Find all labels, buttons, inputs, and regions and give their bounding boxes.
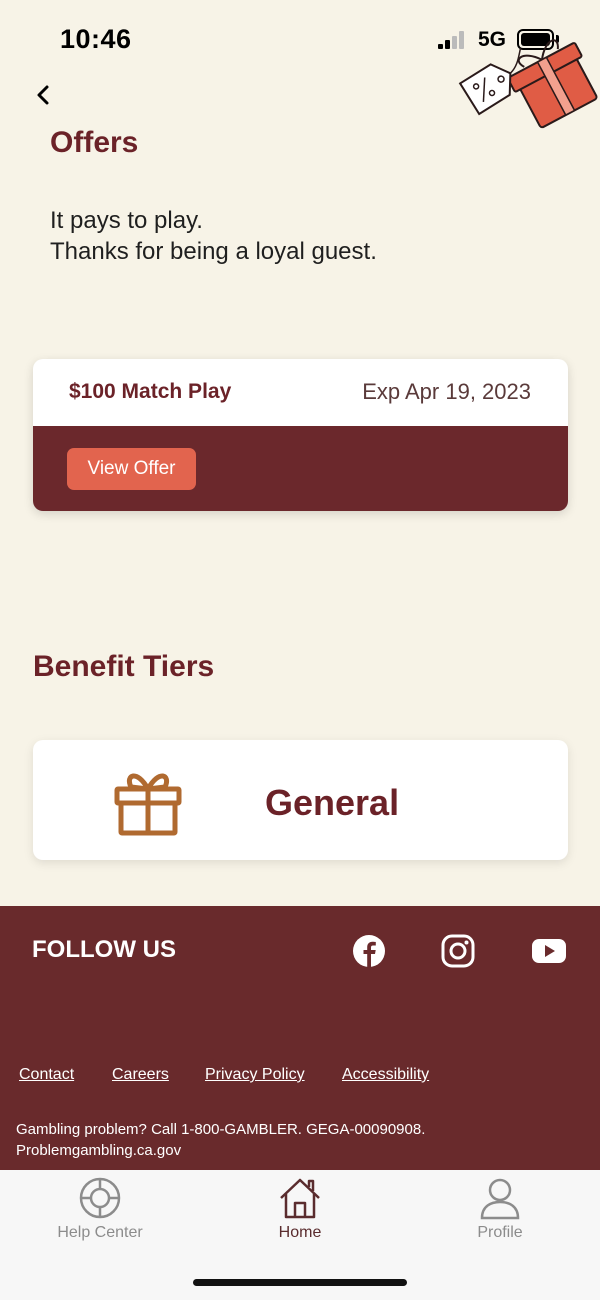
gift-icon xyxy=(114,773,182,836)
footer: FOLLOW US Contact Careers Privacy Policy… xyxy=(0,906,600,1170)
follow-us-title: FOLLOW US xyxy=(32,936,176,963)
tab-label: Profile xyxy=(477,1224,523,1241)
page-title: Offers xyxy=(50,126,139,159)
home-indicator xyxy=(193,1279,407,1286)
chevron-left-icon xyxy=(37,85,49,105)
gift-and-tag-illustration xyxy=(458,39,598,129)
intro-line: Thanks for being a loyal guest. xyxy=(50,238,377,265)
facebook-icon[interactable] xyxy=(352,934,386,968)
tier-card[interactable]: General xyxy=(33,740,568,860)
benefit-tiers-title: Benefit Tiers xyxy=(33,650,215,683)
back-button[interactable] xyxy=(28,80,60,112)
status-time: 10:46 xyxy=(60,24,132,54)
view-offer-button[interactable]: View Offer xyxy=(67,448,196,490)
instagram-icon[interactable] xyxy=(441,934,475,968)
intro-text: It pays to play. Thanks for being a loya… xyxy=(50,205,377,267)
careers-link[interactable]: Careers xyxy=(112,1066,169,1084)
tab-home[interactable]: Home xyxy=(220,1176,380,1246)
disclaimer-line: Problemgambling.ca.gov xyxy=(16,1142,182,1159)
tab-profile[interactable]: Profile xyxy=(420,1176,580,1246)
offer-expiry: Exp Apr 19, 2023 xyxy=(362,379,531,404)
contact-link[interactable]: Contact xyxy=(19,1066,74,1084)
offer-card: $100 Match Play Exp Apr 19, 2023 View Of… xyxy=(33,359,568,511)
youtube-icon[interactable] xyxy=(531,934,567,968)
tab-help-center[interactable]: Help Center xyxy=(20,1176,180,1246)
person-icon xyxy=(480,1178,520,1220)
intro-line: It pays to play. xyxy=(50,207,203,234)
lifebuoy-icon xyxy=(79,1177,121,1219)
tab-label: Help Center xyxy=(57,1224,143,1241)
offer-card-footer: View Offer xyxy=(33,426,568,511)
gambling-disclaimer: Gambling problem? Call 1-800-GAMBLER. GE… xyxy=(16,1119,586,1161)
house-icon xyxy=(280,1178,320,1219)
offer-name: $100 Match Play xyxy=(69,380,232,403)
accessibility-link[interactable]: Accessibility xyxy=(342,1066,429,1084)
tier-name: General xyxy=(265,782,400,823)
offer-card-header: $100 Match Play Exp Apr 19, 2023 xyxy=(33,359,568,426)
disclaimer-line: Gambling problem? Call 1-800-GAMBLER. GE… xyxy=(16,1121,426,1138)
privacy-policy-link[interactable]: Privacy Policy xyxy=(205,1066,305,1084)
tab-label: Home xyxy=(278,1224,322,1241)
